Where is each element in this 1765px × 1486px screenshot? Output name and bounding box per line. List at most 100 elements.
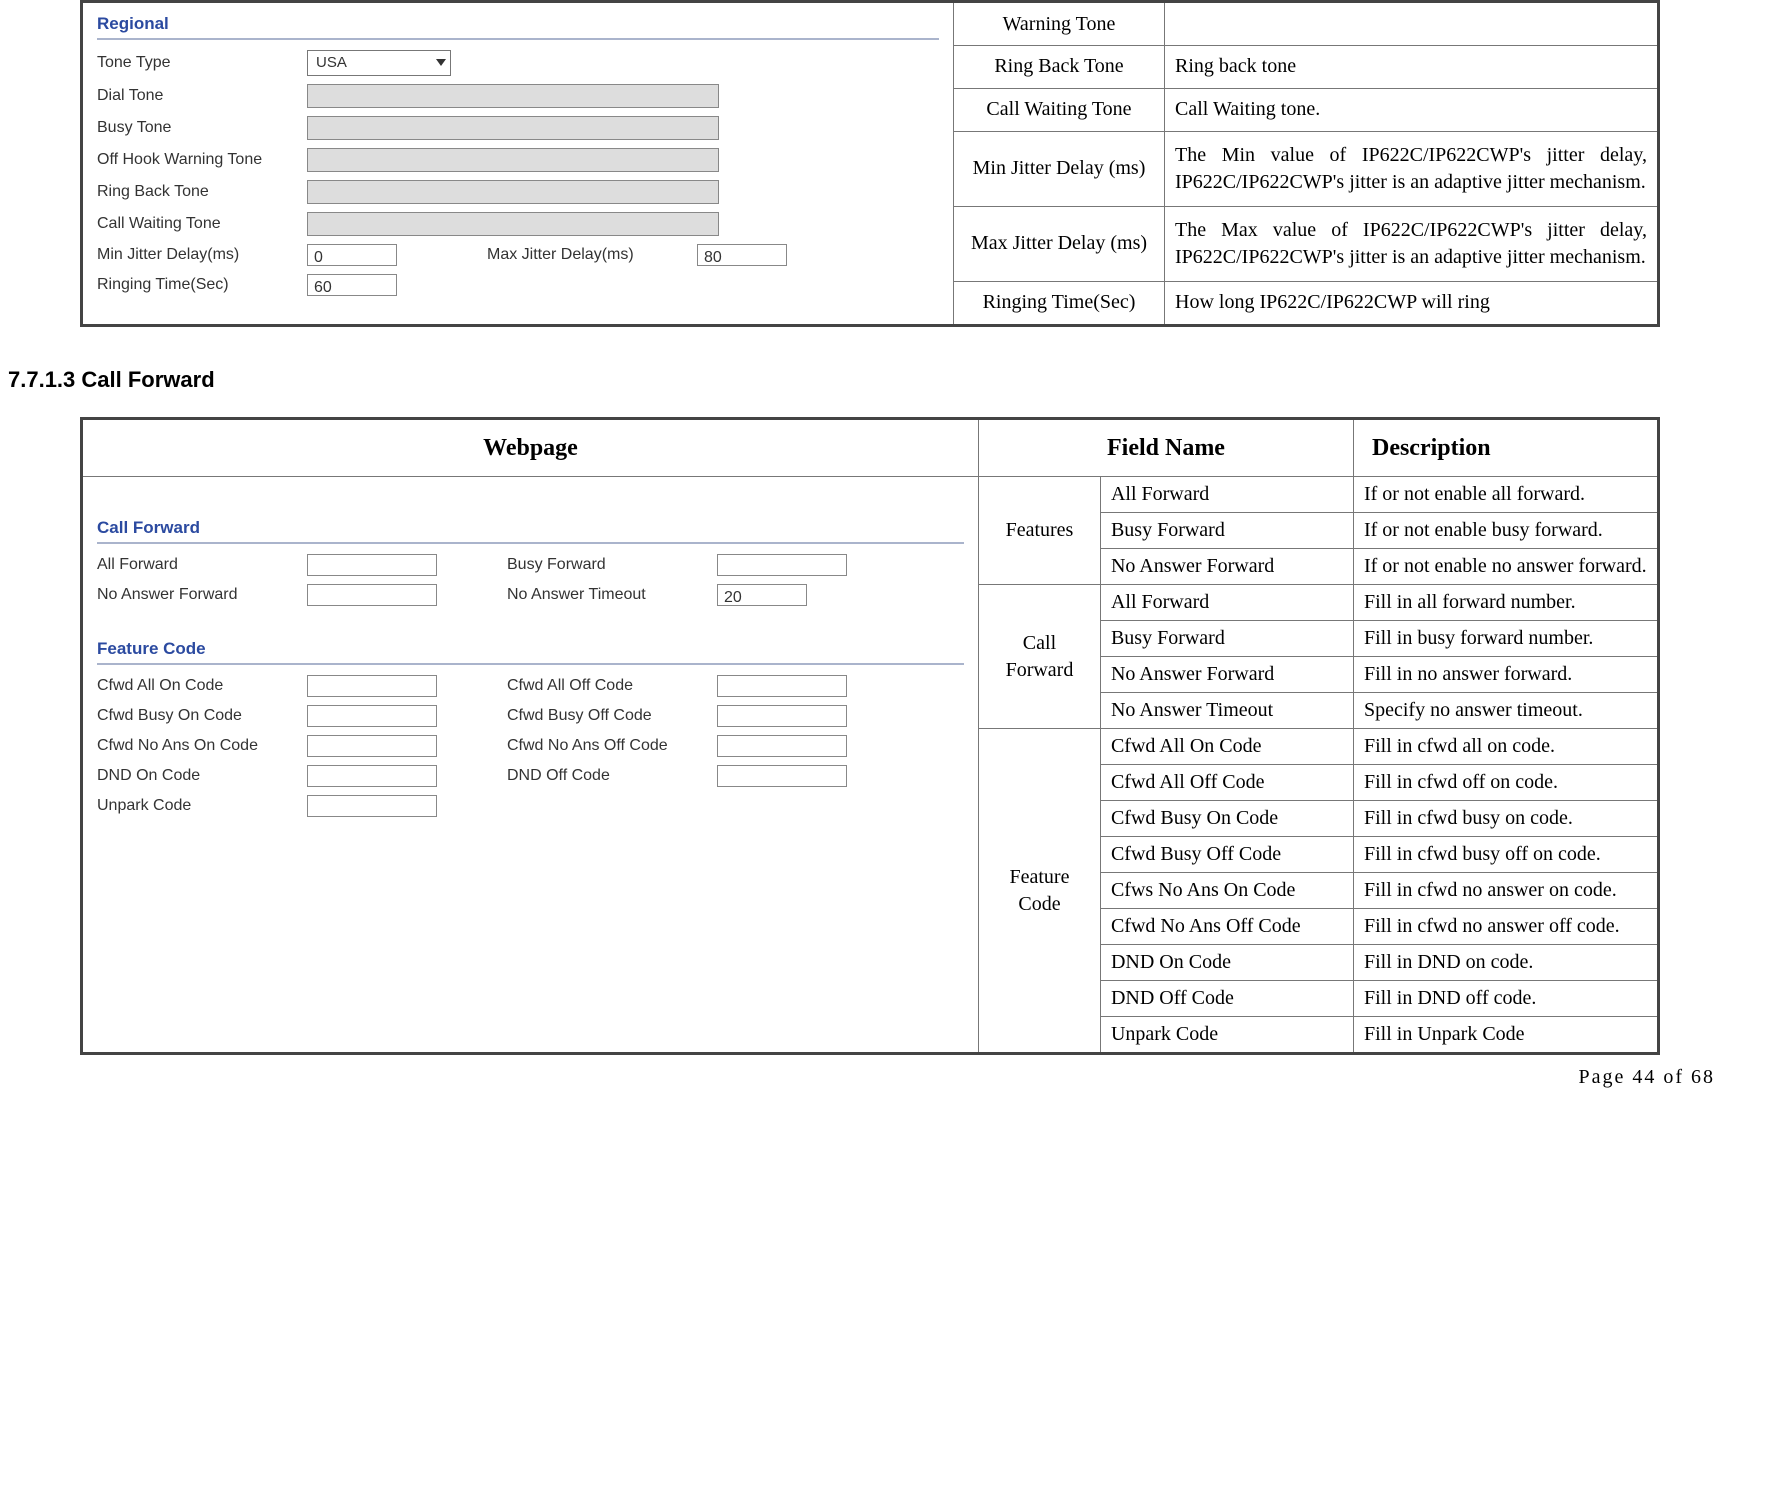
field-ringtime: Ringing Time(Sec) [954,281,1165,325]
dial-tone-label: Dial Tone [97,85,307,107]
panel-input[interactable] [717,735,847,757]
panel-input[interactable] [307,735,437,757]
ds-cf-3: Specify no answer timeout. [1353,693,1658,729]
desc-ringtime: How long IP622C/IP622CWP will ring [1165,281,1659,325]
ringback-input[interactable] [307,180,719,204]
panel-featurecode-group: Feature Code [97,638,964,665]
fn-fc-6: DND On Code [1100,945,1353,981]
callwaiting-label: Call Waiting Tone [97,213,307,235]
ds-fc-1: Fill in cfwd off on code. [1353,765,1658,801]
fn-features-0: All Forward [1100,477,1353,513]
ds-fc-5: Fill in cfwd no answer off code. [1353,909,1658,945]
panel-label: DND Off Code [507,765,717,787]
tone-type-label: Tone Type [97,52,307,74]
field-warning-tone: Warning Tone [954,2,1165,46]
panel-label: No Answer Forward [97,584,307,606]
panel-input[interactable] [307,765,437,787]
chevron-down-icon [436,59,446,66]
ringback-label: Ring Back Tone [97,181,307,203]
offhook-input[interactable] [307,148,719,172]
fn-fc-7: DND Off Code [1100,981,1353,1017]
panel-label: Cfwd Busy Off Code [507,705,717,727]
ds-features-0: If or not enable all forward. [1353,477,1658,513]
fn-fc-3: Cfwd Busy Off Code [1100,837,1353,873]
fn-fc-4: Cfws No Ans On Code [1100,873,1353,909]
busy-tone-label: Busy Tone [97,117,307,139]
th-desc: Description [1353,418,1658,476]
min-jitter-label: Min Jitter Delay(ms) [97,244,307,266]
panel-label: Cfwd No Ans Off Code [507,735,717,757]
fn-cf-3: No Answer Timeout [1100,693,1353,729]
field-callwaiting: Call Waiting Tone [954,88,1165,131]
panel-input[interactable] [307,554,437,576]
panel-label: All Forward [97,554,307,576]
panel-label: Unpark Code [97,795,307,817]
regional-group-title: Regional [97,13,939,40]
panel-input[interactable] [717,554,847,576]
fn-fc-2: Cfwd Busy On Code [1100,801,1353,837]
panel-label: Cfwd Busy On Code [97,705,307,727]
panel-input[interactable] [307,795,437,817]
fn-cf-2: No Answer Forward [1100,657,1353,693]
tone-type-select[interactable]: USA [307,50,451,76]
ringing-time-input[interactable]: 60 [307,274,397,296]
ds-cf-0: Fill in all forward number. [1353,585,1658,621]
ds-fc-3: Fill in cfwd busy off on code. [1353,837,1658,873]
desc-callwaiting: Call Waiting tone. [1165,88,1659,131]
ds-cf-2: Fill in no answer forward. [1353,657,1658,693]
panel-callforward-group: Call Forward [97,517,964,544]
panel-label: Cfwd All Off Code [507,675,717,697]
field-minjitter: Min Jitter Delay (ms) [954,131,1165,206]
max-jitter-label: Max Jitter Delay(ms) [487,244,697,266]
desc-minjitter: The Min value of IP622C/IP622CWP's jitte… [1165,131,1659,206]
fn-features-2: No Answer Forward [1100,549,1353,585]
group-featurecode: Feature Code [978,729,1100,1054]
field-ringback: Ring Back Tone [954,46,1165,89]
panel-input[interactable] [307,584,437,606]
fn-features-1: Busy Forward [1100,513,1353,549]
busy-tone-input[interactable] [307,116,719,140]
ringing-time-label: Ringing Time(Sec) [97,274,307,296]
fn-cf-1: Busy Forward [1100,621,1353,657]
ds-features-2: If or not enable no answer forward. [1353,549,1658,585]
regional-table: Regional Tone Type USA Dial Tone Busy To… [80,0,1660,327]
fn-fc-5: Cfwd No Ans Off Code [1100,909,1353,945]
callforward-panel: Call Forward All Forward Busy Forward No A… [83,477,978,845]
panel-input[interactable]: 20 [717,584,807,606]
fn-cf-0: All Forward [1100,585,1353,621]
ds-fc-4: Fill in cfwd no answer on code. [1353,873,1658,909]
ds-fc-6: Fill in DND on code. [1353,945,1658,981]
ds-cf-1: Fill in busy forward number. [1353,621,1658,657]
fn-fc-1: Cfwd All Off Code [1100,765,1353,801]
fn-fc-0: Cfwd All On Code [1100,729,1353,765]
page-footer: Page 44 of 68 [1578,1066,1715,1089]
desc-maxjitter: The Max value of IP622C/IP622CWP's jitte… [1165,206,1659,281]
panel-label: DND On Code [97,765,307,787]
section-heading: 7.7.1.3 Call Forward [8,367,1725,393]
min-jitter-input[interactable]: 0 [307,244,397,266]
callwaiting-input[interactable] [307,212,719,236]
panel-label: Busy Forward [507,554,717,576]
dial-tone-input[interactable] [307,84,719,108]
ds-features-1: If or not enable busy forward. [1353,513,1658,549]
callforward-table: Webpage Field Name Description Call Forw… [80,417,1660,1055]
max-jitter-input[interactable]: 80 [697,244,787,266]
th-webpage: Webpage [82,418,979,476]
ds-fc-8: Fill in Unpark Code [1353,1017,1658,1054]
regional-panel: Regional Tone Type USA Dial Tone Busy To… [83,3,953,324]
panel-input[interactable] [717,705,847,727]
ds-fc-2: Fill in cfwd busy on code. [1353,801,1658,837]
panel-input[interactable] [307,675,437,697]
panel-label: No Answer Timeout [507,584,717,606]
panel-input[interactable] [307,705,437,727]
panel-input[interactable] [717,675,847,697]
panel-label: Cfwd No Ans On Code [97,735,307,757]
desc-ringback: Ring back tone [1165,46,1659,89]
panel-input[interactable] [717,765,847,787]
fn-fc-8: Unpark Code [1100,1017,1353,1054]
field-maxjitter: Max Jitter Delay (ms) [954,206,1165,281]
group-callforward: Call Forward [978,585,1100,729]
th-field: Field Name [978,418,1353,476]
desc-warning-tone [1165,2,1659,46]
panel-label: Cfwd All On Code [97,675,307,697]
